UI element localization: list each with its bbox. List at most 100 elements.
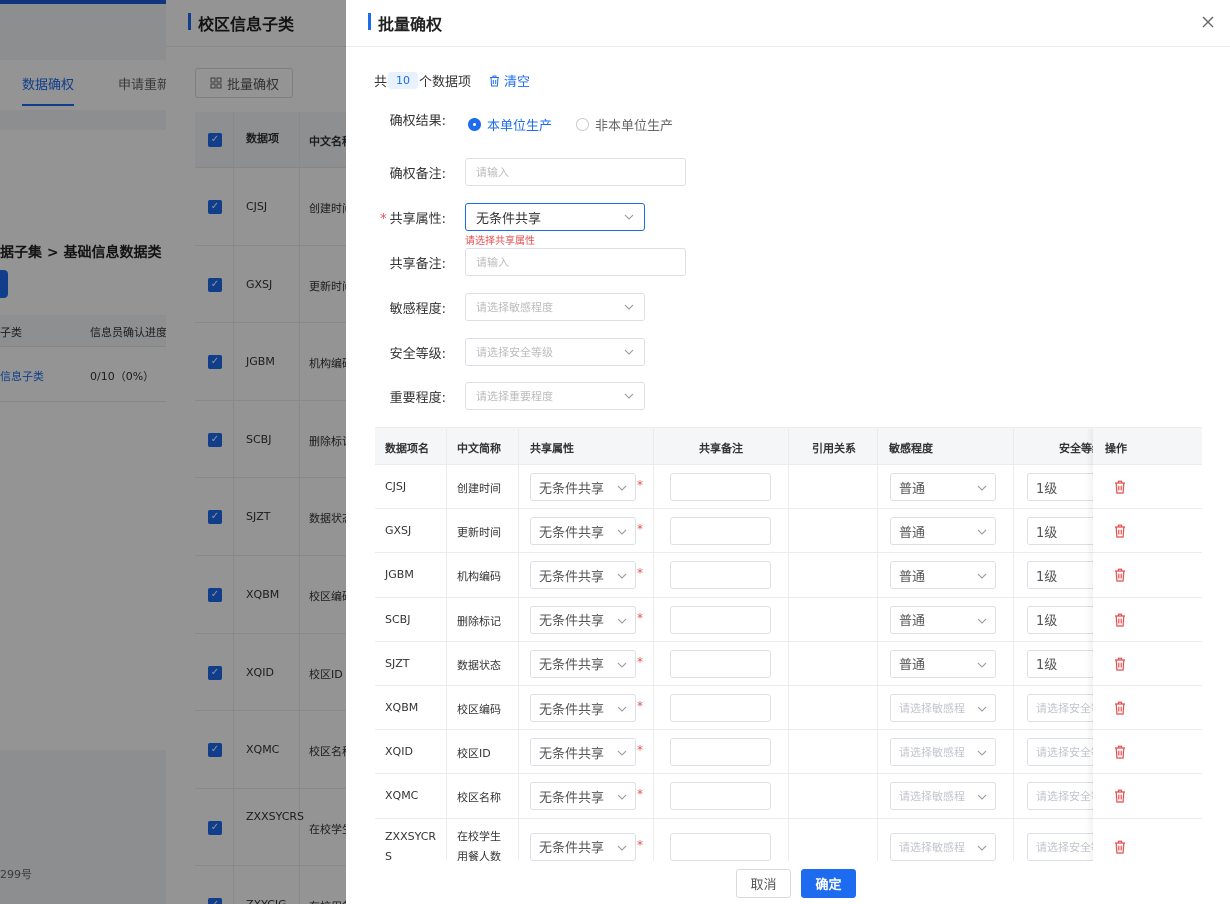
table-row: CJSJ 创建时间 无条件共享 * 普通 1级 (375, 465, 1202, 510)
table-row: XQID 校区ID 无条件共享 * 请选择敏感程 请选择安全等 (375, 730, 1202, 775)
required-mark: * (637, 522, 643, 537)
row-share-remark-input[interactable] (670, 473, 771, 502)
remark-input[interactable]: 请输入 (465, 158, 686, 186)
row-share-value: 无条件共享 (539, 525, 605, 541)
row-code: SCBJ (385, 612, 411, 626)
delete-icon[interactable] (1114, 701, 1126, 715)
delete-icon[interactable] (1114, 789, 1126, 804)
operation-cell (1093, 598, 1202, 642)
row-sensitivity-select[interactable]: 请选择敏感程 (890, 782, 996, 811)
row-cn-name: 数据状态 (457, 658, 501, 672)
row-share-remark-input[interactable] (670, 832, 771, 861)
confirm-button[interactable]: 确定 (801, 869, 856, 898)
chevron-down-icon (977, 618, 987, 624)
share-remark-input[interactable]: 请输入 (465, 248, 686, 276)
result-radio-group: 本单位生产 非本单位生产 (468, 115, 673, 134)
operation-cell (1093, 730, 1202, 775)
title-accent (368, 13, 371, 30)
operation-cell (1093, 509, 1202, 554)
delete-icon[interactable] (1114, 568, 1126, 583)
row-share-remark-input[interactable] (670, 605, 771, 634)
cancel-button[interactable]: 取消 (736, 869, 791, 898)
row-share-select[interactable]: 无条件共享 (530, 605, 636, 634)
delete-icon[interactable] (1114, 613, 1126, 627)
row-share-select[interactable]: 无条件共享 (530, 649, 636, 678)
row-sensitivity-value: 普通 (899, 614, 926, 630)
header-item-name: 数据项名 (385, 442, 429, 455)
operation-cell (1093, 642, 1202, 686)
row-share-remark-input[interactable] (670, 517, 771, 546)
row-share-select[interactable]: 无条件共享 (530, 782, 636, 811)
radio-other-unit-label: 非本单位生产 (595, 119, 674, 134)
required-mark: * (380, 212, 387, 227)
row-sensitivity-value: 请选择敏感程 (899, 746, 965, 760)
delete-icon[interactable] (1114, 840, 1126, 854)
share-remark-placeholder: 请输入 (476, 256, 509, 269)
sensitivity-select[interactable]: 请选择敏感程度 (465, 293, 645, 321)
chevron-down-icon (977, 795, 987, 801)
row-sensitivity-select[interactable]: 请选择敏感程 (890, 694, 996, 723)
row-sensitivity-select[interactable]: 普通 (890, 517, 996, 546)
remark-label: 确权备注: (389, 167, 446, 182)
required-mark: * (637, 654, 643, 669)
row-share-remark-input[interactable] (670, 649, 771, 678)
close-icon[interactable] (1200, 14, 1216, 30)
item-count-line: 共 10 个数据项 清空 (374, 71, 530, 90)
row-share-value: 无条件共享 (539, 790, 605, 806)
row-cn-name: 机构编码 (457, 570, 501, 584)
row-share-remark-input[interactable] (670, 782, 771, 811)
row-share-select[interactable]: 无条件共享 (530, 832, 636, 861)
share-select[interactable]: 无条件共享 (465, 203, 645, 231)
row-code: XQBM (385, 701, 419, 715)
row-cn-name: 校区编码 (457, 703, 501, 717)
row-share-value: 无条件共享 (539, 702, 605, 718)
row-share-select[interactable]: 无条件共享 (530, 694, 636, 723)
importance-placeholder: 请选择重要程度 (476, 390, 553, 403)
chevron-down-icon (977, 662, 987, 668)
row-sensitivity-value: 请选择敏感程 (899, 840, 965, 854)
row-share-select[interactable]: 无条件共享 (530, 738, 636, 767)
divider (346, 46, 1230, 47)
delete-icon[interactable] (1114, 657, 1126, 671)
security-select[interactable]: 请选择安全等级 (465, 338, 645, 366)
modal-overlay[interactable] (0, 0, 346, 904)
header-operation: 操作 (1105, 442, 1127, 455)
clear-button[interactable]: 清空 (489, 71, 530, 90)
chevron-down-icon (624, 304, 634, 310)
data-items-table: 数据项名 中文简称 共享属性 共享备注 引用关系 敏感程度 安全等级 CJSJ 创… (375, 427, 1202, 861)
row-share-remark-input[interactable] (670, 561, 771, 590)
result-label: 确权结果: (389, 114, 446, 129)
chevron-down-icon (624, 393, 634, 399)
row-sensitivity-select[interactable]: 请选择敏感程 (890, 738, 996, 767)
header-cn-abbr: 中文简称 (457, 442, 501, 455)
row-sensitivity-select[interactable]: 普通 (890, 473, 996, 502)
chevron-down-icon (977, 845, 987, 851)
radio-other-unit[interactable]: 非本单位生产 (576, 115, 673, 134)
chevron-down-icon (617, 750, 627, 757)
delete-icon[interactable] (1114, 480, 1126, 494)
row-share-remark-input[interactable] (670, 694, 771, 723)
row-share-select[interactable]: 无条件共享 (530, 517, 636, 546)
sensitivity-label: 敏感程度: (389, 302, 446, 317)
delete-icon[interactable] (1114, 524, 1126, 538)
row-share-select[interactable]: 无条件共享 (530, 561, 636, 590)
row-cn-name: 校区名称 (457, 791, 501, 805)
row-sensitivity-select[interactable]: 请选择敏感程 (890, 832, 996, 861)
row-sensitivity-select[interactable]: 普通 (890, 605, 996, 634)
share-error-message: 请选择共享属性 (465, 236, 535, 247)
row-sensitivity-select[interactable]: 普通 (890, 649, 996, 678)
row-cn-name: 创建时间 (457, 482, 501, 496)
row-share-select[interactable]: 无条件共享 (530, 473, 636, 502)
delete-icon[interactable] (1114, 745, 1126, 759)
row-sensitivity-select[interactable]: 普通 (890, 561, 996, 590)
chevron-down-icon (617, 574, 627, 580)
radio-own-unit[interactable]: 本单位生产 (468, 115, 552, 134)
required-mark: * (637, 743, 643, 758)
radio-unchecked-icon (576, 118, 590, 131)
radio-checked-icon (468, 118, 481, 131)
required-mark: * (637, 837, 643, 852)
row-share-remark-input[interactable] (670, 738, 771, 767)
remark-placeholder: 请输入 (476, 166, 509, 179)
importance-select[interactable]: 请选择重要程度 (465, 382, 645, 410)
operation-column: 操作 (1093, 428, 1202, 861)
